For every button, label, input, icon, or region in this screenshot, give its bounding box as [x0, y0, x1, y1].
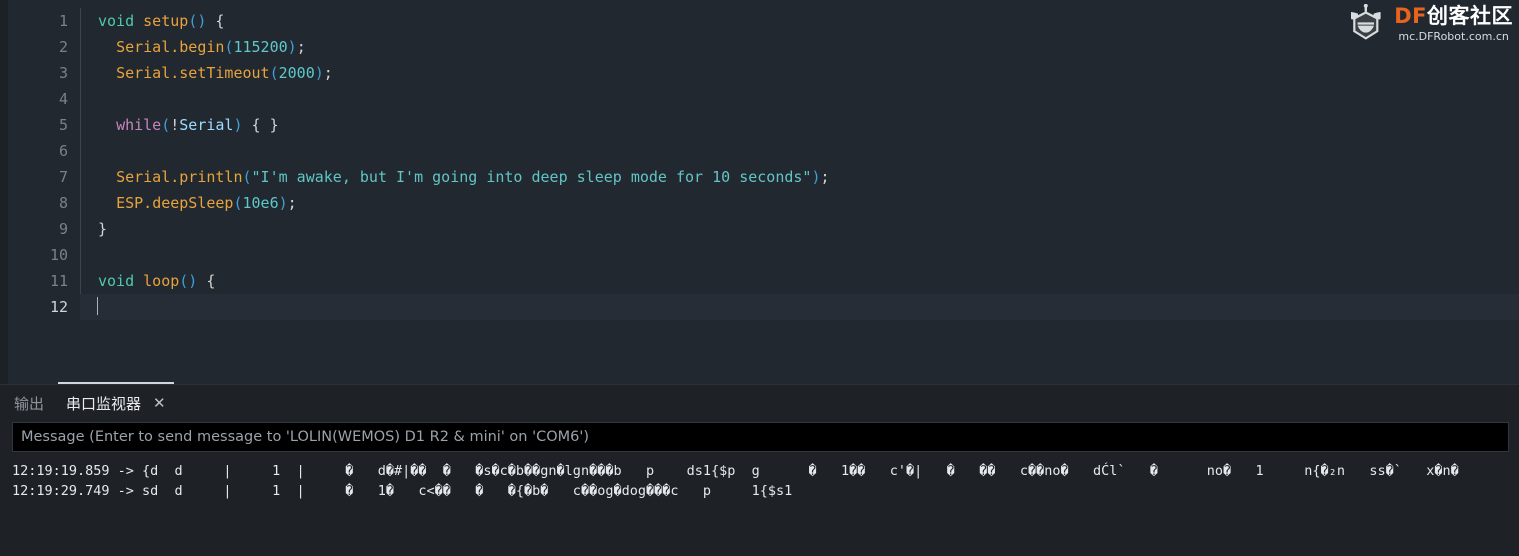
code-line-9[interactable]: } [80, 216, 1519, 242]
code-line-7[interactable]: Serial.println("I'm awake, but I'm going… [80, 164, 1519, 190]
close-icon[interactable]: ✕ [153, 396, 166, 411]
serial-message-bar[interactable] [12, 422, 1509, 452]
token-method: deepSleep [152, 194, 234, 212]
token-dot: . [170, 38, 180, 56]
token-number: 115200 [233, 38, 288, 56]
token-variable: Serial [179, 116, 234, 134]
bottom-panel: 输出 串口监视器 ✕ 12:19:19.859 -> {d d | 1 | � … [0, 382, 1519, 556]
code-line-8[interactable]: ESP.deepSleep(10e6); [80, 190, 1519, 216]
token-method: setTimeout [179, 64, 270, 82]
token-paren: ) [314, 64, 324, 82]
editor-left-edge [0, 0, 8, 384]
token-dot: . [170, 168, 180, 186]
token-brace: } [98, 220, 108, 238]
tab-output-label: 输出 [14, 395, 45, 413]
line-number: 11 [49, 272, 68, 290]
token-method: println [179, 168, 243, 186]
line-number: 2 [58, 38, 68, 56]
code-content[interactable]: void setup() { Serial.begin(115200); Ser… [80, 0, 1519, 384]
token-dot: . [170, 64, 180, 82]
line-number-active: 12 [49, 298, 68, 316]
code-line-5[interactable]: while(!Serial) { } [80, 112, 1519, 138]
token-semicolon: ; [323, 64, 333, 82]
logo-url: mc.DFRobot.com.cn [1398, 30, 1509, 43]
token-paren: () [188, 12, 207, 30]
code-line-4[interactable] [80, 86, 1519, 112]
tab-serial-monitor-label: 串口监视器 [66, 395, 142, 413]
token-number: 10e6 [242, 194, 279, 212]
token-paren: ( [233, 194, 243, 212]
text-cursor [97, 297, 98, 315]
token-keyword: void [98, 272, 135, 290]
token-operator: ! [170, 116, 180, 134]
ide-window: 1 2 3 4 5 6 7 8 9 10 11 12 void setup() … [0, 0, 1519, 556]
code-line-10[interactable] [80, 242, 1519, 268]
token-semicolon: ; [287, 194, 297, 212]
serial-console-output: 12:19:19.859 -> {d d | 1 | � d�#|�� � �s… [0, 461, 1519, 556]
token-semicolon: ; [296, 38, 306, 56]
token-string: "I'm awake, but I'm going into deep slee… [251, 168, 812, 186]
code-editor[interactable]: 1 2 3 4 5 6 7 8 9 10 11 12 void setup() … [0, 0, 1519, 384]
token-function: loop [143, 272, 180, 290]
token-braces: { } [242, 116, 279, 134]
token-paren: ( [161, 116, 171, 134]
panel-tabbar: 输出 串口监视器 ✕ [0, 382, 1519, 422]
line-number: 8 [58, 194, 68, 212]
code-line-12-active[interactable] [80, 294, 1519, 320]
token-object: Serial [116, 64, 171, 82]
token-function: setup [143, 12, 189, 30]
logo-text-block: DF创客社区 mc.DFRobot.com.cn [1394, 6, 1513, 43]
token-object: ESP [116, 194, 144, 212]
serial-message-input[interactable] [13, 423, 1508, 451]
token-paren: ( [269, 64, 279, 82]
line-number: 10 [49, 246, 68, 264]
token-paren: () [179, 272, 198, 290]
token-paren: ) [233, 116, 243, 134]
token-semicolon: ; [820, 168, 830, 186]
line-number: 6 [58, 142, 68, 160]
token-dot: . [143, 194, 153, 212]
tab-output[interactable]: 输出 [14, 385, 44, 422]
logo-title: DF创客社区 [1394, 6, 1513, 27]
tab-serial-monitor[interactable]: 串口监视器 ✕ [58, 382, 174, 422]
code-line-2[interactable]: Serial.begin(115200); [80, 34, 1519, 60]
code-line-3[interactable]: Serial.setTimeout(2000); [80, 60, 1519, 86]
code-line-11[interactable]: void loop() { [80, 268, 1519, 294]
token-paren: ) [287, 38, 297, 56]
token-brace: { [206, 272, 216, 290]
line-number-gutter: 1 2 3 4 5 6 7 8 9 10 11 12 [8, 0, 80, 384]
robot-head-icon [1351, 4, 1381, 40]
logo-brand-df: DF [1394, 4, 1427, 28]
token-keyword: void [98, 12, 135, 30]
console-line: 12:19:29.749 -> sd d | 1 | � 1� c<�� � �… [12, 483, 793, 499]
line-number: 7 [58, 168, 68, 186]
token-method: begin [179, 38, 225, 56]
token-brace: { [215, 12, 225, 30]
line-number: 9 [58, 220, 68, 238]
token-object: Serial [116, 38, 171, 56]
line-number: 1 [58, 12, 68, 30]
logo-brand-cn: 创客社区 [1427, 4, 1513, 28]
line-number: 4 [58, 90, 68, 108]
token-object: Serial [116, 168, 171, 186]
code-line-1[interactable]: void setup() { [80, 8, 1519, 34]
line-number: 5 [58, 116, 68, 134]
token-number: 2000 [278, 64, 315, 82]
token-paren: ) [278, 194, 288, 212]
line-number: 3 [58, 64, 68, 82]
dfrobot-logo: DF创客社区 mc.DFRobot.com.cn [1345, 4, 1513, 44]
token-control-keyword: while [116, 116, 162, 134]
token-paren: ( [242, 168, 252, 186]
console-line: 12:19:19.859 -> {d d | 1 | � d�#|�� � �s… [12, 463, 1459, 479]
code-line-6[interactable] [80, 138, 1519, 164]
